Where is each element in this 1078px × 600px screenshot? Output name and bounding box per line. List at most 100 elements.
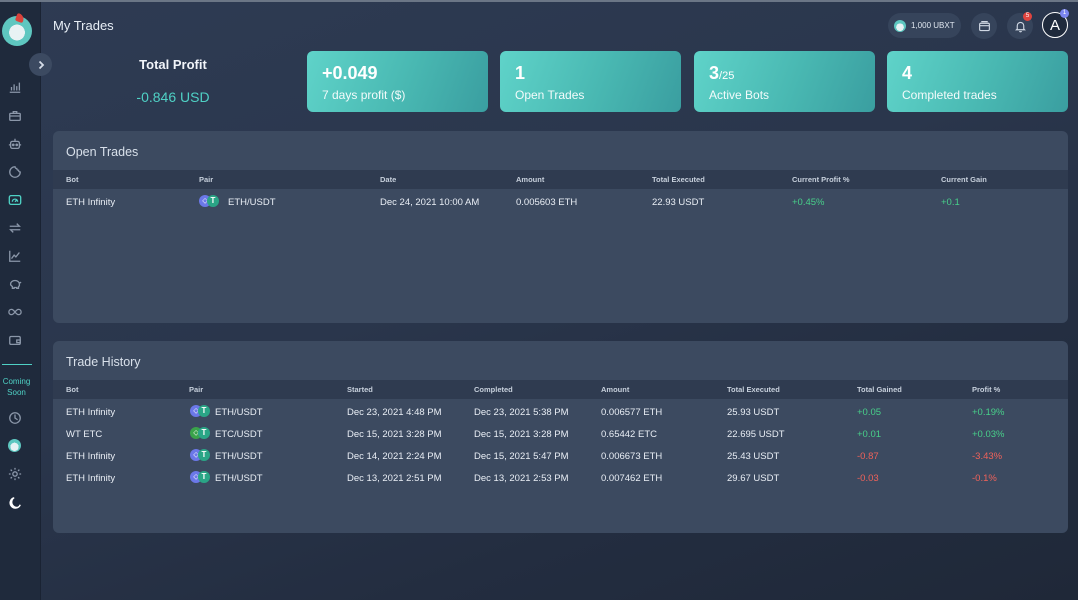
column-header[interactable]: Date [380,175,396,184]
column-header[interactable]: Bot [66,175,79,184]
column-header[interactable]: Profit % [972,385,1000,394]
column-header[interactable]: Current Gain [941,175,987,184]
user-avatar[interactable]: A 1 [1042,9,1069,38]
column-header[interactable]: Started [347,385,373,394]
amount: 0.65442 ETC [601,429,657,440]
total-gained: +0.05 [857,407,882,418]
profit-percent: +0.03% [972,429,1005,440]
amount: 0.006673 ETH [601,451,663,462]
stat-card-open-trades[interactable]: 1 Open Trades [500,51,681,112]
column-header[interactable]: Total Gained [857,385,902,394]
total-gained: +0.01 [857,429,882,440]
sun-icon[interactable] [7,466,22,481]
total-executed: 22.695 USDT [727,429,785,440]
briefcase-icon[interactable] [7,108,22,123]
table-row[interactable]: ETH Infinity ⬦ T ETH/USDT Dec 23, 2021 4… [53,401,1068,423]
profit-percent: -3.43% [972,451,1003,462]
started: Dec 13, 2021 2:51 PM [347,473,442,484]
total-profit-title: Total Profit [139,57,207,72]
total-profit-value: -0.846 USD [136,89,210,105]
usdt-icon: T [207,195,219,207]
stat-label: Open Trades [515,88,585,102]
pair-icons: ⬦ T [190,449,212,461]
line-chart-icon[interactable] [7,248,22,263]
stat-label: Completed trades [902,88,997,102]
window-top-border [0,0,1078,2]
column-header[interactable]: Amount [601,385,629,394]
avatar-letter: A [1049,16,1060,34]
cookie-icon[interactable] [7,164,22,179]
wallet-icon[interactable] [7,332,22,347]
pair: ETH/USDT [228,197,276,208]
bar-chart-icon[interactable] [7,79,22,94]
coin-icon[interactable] [7,438,22,453]
usdt-icon: T [198,449,210,461]
amount: 0.007462 ETH [601,473,663,484]
stat-value: +0.049 [322,63,378,83]
column-header[interactable]: Pair [199,175,213,184]
open-trades-title: Open Trades [66,145,139,159]
robot-icon[interactable] [7,136,22,151]
sidebar-divider [2,364,32,365]
pair: ETH/USDT [215,451,263,462]
started: Dec 15, 2021 3:28 PM [347,429,442,440]
table-row[interactable]: WT ETC ⬦ T ETC/USDT Dec 15, 2021 3:28 PM… [53,423,1068,445]
bot-name: ETH Infinity [66,451,116,462]
avatar-badge: 1 [1060,9,1069,18]
current-profit: +0.45% [792,197,825,208]
balance-chip[interactable]: 1,000 UBXT [888,13,961,38]
table-row[interactable]: ETH Infinity ⬦ T ETH/USDT Dec 13, 2021 2… [53,467,1068,489]
completed: Dec 23, 2021 5:38 PM [474,407,569,418]
column-header[interactable]: Pair [189,385,203,394]
column-header[interactable]: Total Executed [727,385,780,394]
current-gain: +0.1 [941,197,960,208]
completed: Dec 15, 2021 5:47 PM [474,451,569,462]
started: Dec 23, 2021 4:48 PM [347,407,442,418]
total-executed: 22.93 USDT [652,197,705,208]
clock-icon[interactable] [7,410,22,425]
page-title: My Trades [53,18,114,33]
moon-icon[interactable] [7,495,22,510]
stat-label: Active Bots [709,88,770,102]
stat-card-active-bots[interactable]: 3/25 Active Bots [694,51,875,112]
table-row[interactable]: ETH Infinity ⬦ T ETH/USDT Dec 24, 2021 1… [53,191,1068,213]
sidebar-expand-button[interactable] [29,53,52,76]
started: Dec 14, 2021 2:24 PM [347,451,442,462]
amount: 0.006577 ETH [601,407,663,418]
wallet-button[interactable] [971,13,997,39]
profit-percent: -0.1% [972,473,997,484]
profit-percent: +0.19% [972,407,1005,418]
coming-soon-label: Coming Soon [2,377,31,397]
total-gained: -0.03 [857,473,879,484]
pair: ETH/USDT [215,473,263,484]
pair-icons: ⬦ T [190,471,212,483]
usdt-icon: T [198,405,210,417]
date: Dec 24, 2021 10:00 AM [380,197,480,208]
dashboard-icon[interactable] [7,192,22,207]
open-trades-header: Bot Pair Date Amount Total Executed Curr… [53,170,1068,189]
ubxt-coin-icon [894,19,906,32]
table-row[interactable]: ETH Infinity ⬦ T ETH/USDT Dec 14, 2021 2… [53,445,1068,467]
balance-value: 1,000 UBXT [911,21,955,30]
stat-card-completed-trades[interactable]: 4 Completed trades [887,51,1068,112]
stat-value: 4 [902,63,913,83]
infinity-icon[interactable] [7,304,22,319]
column-header[interactable]: Bot [66,385,79,394]
column-header[interactable]: Completed [474,385,513,394]
column-header[interactable]: Current Profit % [792,175,850,184]
completed: Dec 15, 2021 3:28 PM [474,429,569,440]
column-header[interactable]: Total Executed [652,175,705,184]
bot-name: ETH Infinity [66,197,116,208]
app-logo[interactable] [2,16,32,46]
stat-card-weekly-profit[interactable]: +0.049 7 days profit ($) [307,51,488,112]
exchange-icon[interactable] [7,220,22,235]
bot-name: ETH Infinity [66,473,116,484]
piggy-bank-icon[interactable] [7,276,22,291]
amount: 0.005603 ETH [516,197,578,208]
sidebar: Coming Soon [0,2,41,600]
column-header[interactable]: Amount [516,175,544,184]
notifications-button[interactable]: 5 [1007,12,1033,39]
total-executed: 25.43 USDT [727,451,780,462]
stat-value: 3/25 [709,63,735,83]
bot-name: WT ETC [66,429,103,440]
